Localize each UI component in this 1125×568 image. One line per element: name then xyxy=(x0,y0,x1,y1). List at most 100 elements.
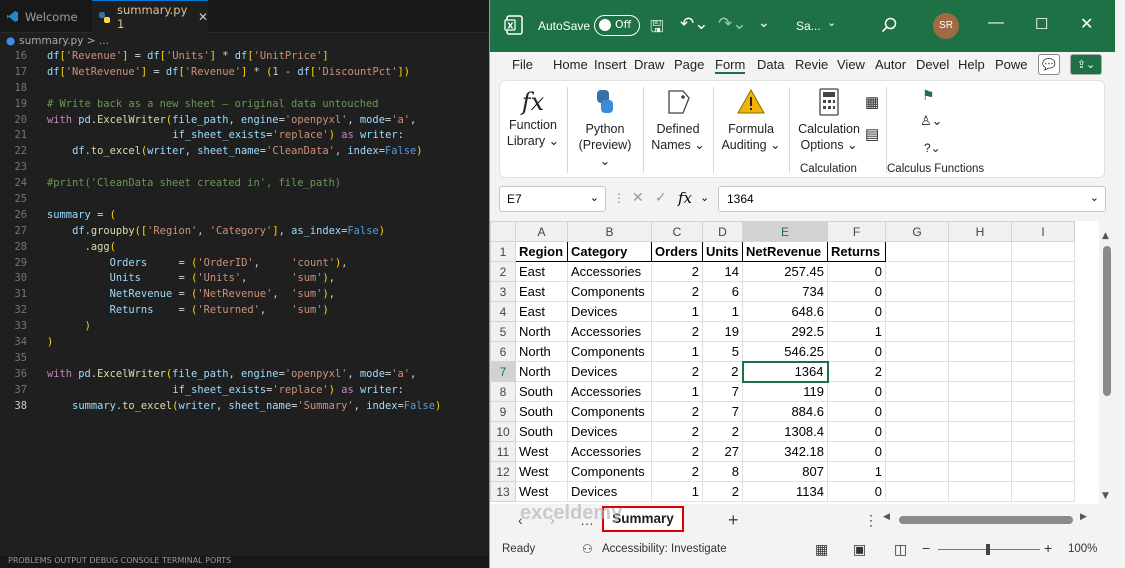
cell-f7[interactable]: 2 xyxy=(827,361,886,382)
chevron-down-icon[interactable]: ⌄ xyxy=(700,191,709,204)
cell-c12[interactable]: 2 xyxy=(651,461,703,482)
cell-b13[interactable]: Devices xyxy=(567,481,652,502)
comments-icon[interactable]: 💬 xyxy=(1038,54,1060,75)
menu-tab-data[interactable]: Data xyxy=(757,57,784,72)
flag-icon[interactable]: ⚑ xyxy=(922,87,935,104)
cell-g13[interactable] xyxy=(885,481,949,502)
code-line[interactable]: 17 df['NetRevenue'] = df['Revenue'] * (1 … xyxy=(0,65,490,81)
zoom-level[interactable]: 100% xyxy=(1068,543,1097,555)
cell-h12[interactable] xyxy=(948,461,1012,482)
code-line[interactable]: 38 summary.to_excel(writer, sheet_name='… xyxy=(0,399,490,415)
cell-h1[interactable] xyxy=(948,241,1012,262)
scroll-up-icon[interactable]: ▲ xyxy=(1102,231,1109,241)
cell-g10[interactable] xyxy=(885,421,949,442)
cell-f6[interactable]: 0 xyxy=(827,341,886,362)
cell-d12[interactable]: 8 xyxy=(702,461,743,482)
row-header[interactable]: 1 xyxy=(490,241,516,262)
column-header-g[interactable]: G xyxy=(885,221,949,242)
cell-e12[interactable]: 807 xyxy=(742,461,828,482)
more-icon[interactable]: ⌄ xyxy=(758,14,770,31)
share-icon[interactable]: ⇪⌄ xyxy=(1070,54,1102,75)
avatar[interactable]: SR xyxy=(933,13,959,39)
cell-f8[interactable]: 0 xyxy=(827,381,886,402)
cell-c1[interactable]: Orders xyxy=(651,241,703,262)
cell-b6[interactable]: Components xyxy=(567,341,652,362)
row-header[interactable]: 4 xyxy=(490,301,516,322)
cell-e1[interactable]: NetRevenue xyxy=(742,241,828,262)
cell-a9[interactable]: South xyxy=(515,401,568,422)
code-line[interactable]: 21 if_sheet_exists='replace') as writer: xyxy=(0,128,490,144)
code-line[interactable]: 36 with pd.ExcelWriter(file_path, engine=… xyxy=(0,367,490,383)
menu-tab-insert[interactable]: Insert xyxy=(594,57,627,72)
code-line[interactable]: 26 summary = ( xyxy=(0,208,490,224)
code-line[interactable]: 20 with pd.ExcelWriter(file_path, engine=… xyxy=(0,113,490,129)
cell-h7[interactable] xyxy=(948,361,1012,382)
cell-d4[interactable]: 1 xyxy=(702,301,743,322)
code-line[interactable]: 35 xyxy=(0,351,490,367)
zoom-slider[interactable] xyxy=(938,544,1040,555)
add-sheet-icon[interactable]: + xyxy=(728,510,739,531)
cell-a11[interactable]: West xyxy=(515,441,568,462)
cell-d8[interactable]: 7 xyxy=(702,381,743,402)
cell-g6[interactable] xyxy=(885,341,949,362)
cell-d3[interactable]: 6 xyxy=(702,281,743,302)
calculation-options-button[interactable]: Calculation Options ⌄ xyxy=(792,87,866,153)
zoom-in-icon[interactable]: + xyxy=(1044,540,1052,556)
hscroll-thumb[interactable] xyxy=(899,516,1073,524)
cell-i5[interactable] xyxy=(1011,321,1075,342)
cell-g1[interactable] xyxy=(885,241,949,262)
menu-tab-devel[interactable]: Devel xyxy=(916,57,949,72)
save-icon[interactable]: 🖫 xyxy=(650,16,664,43)
cell-e13[interactable]: 1134 xyxy=(742,481,828,502)
menu-tab-help[interactable]: Help xyxy=(958,57,985,72)
minimize-icon[interactable]: — xyxy=(988,14,1004,32)
cell-c8[interactable]: 1 xyxy=(651,381,703,402)
cell-h9[interactable] xyxy=(948,401,1012,422)
code-line[interactable]: 27 df.groupby(['Region', 'Category'], as… xyxy=(0,224,490,240)
cell-f1[interactable]: Returns xyxy=(827,241,886,262)
more-vert-icon[interactable]: ⋮ xyxy=(864,512,878,529)
cell-f10[interactable]: 0 xyxy=(827,421,886,442)
menu-tab-draw[interactable]: Draw xyxy=(634,57,664,72)
menu-tab-powe[interactable]: Powe xyxy=(995,57,1028,72)
chevron-down-icon[interactable]: ⌄ xyxy=(1090,191,1099,204)
cell-b5[interactable]: Accessories xyxy=(567,321,652,342)
cell-a6[interactable]: North xyxy=(515,341,568,362)
cell-e8[interactable]: 119 xyxy=(742,381,828,402)
cell-i4[interactable] xyxy=(1011,301,1075,322)
cell-d5[interactable]: 19 xyxy=(702,321,743,342)
panel-tabs[interactable]: PROBLEMS OUTPUT DEBUG CONSOLE TERMINAL P… xyxy=(0,556,490,568)
cell-c3[interactable]: 2 xyxy=(651,281,703,302)
cell-i11[interactable] xyxy=(1011,441,1075,462)
calculate-sheet-icon[interactable]: ▤ xyxy=(865,125,879,143)
cell-g5[interactable] xyxy=(885,321,949,342)
row-header[interactable]: 12 xyxy=(490,461,516,482)
cell-g2[interactable] xyxy=(885,261,949,282)
autosave-toggle[interactable]: Off xyxy=(594,15,640,36)
cell-f9[interactable]: 0 xyxy=(827,401,886,422)
cell-i6[interactable] xyxy=(1011,341,1075,362)
cell-d2[interactable]: 14 xyxy=(702,261,743,282)
code-line[interactable]: 34) xyxy=(0,335,490,351)
python-button[interactable]: Python (Preview) ⌄ xyxy=(572,87,638,169)
cell-b3[interactable]: Components xyxy=(567,281,652,302)
cell-f11[interactable]: 0 xyxy=(827,441,886,462)
cell-i3[interactable] xyxy=(1011,281,1075,302)
code-line[interactable]: 24 #print('CleanData sheet created in', f… xyxy=(0,176,490,192)
code-line[interactable]: 29 Orders = ('OrderID', 'count'), xyxy=(0,256,490,272)
zoom-out-icon[interactable]: − xyxy=(922,540,930,556)
cell-b4[interactable]: Devices xyxy=(567,301,652,322)
cell-a5[interactable]: North xyxy=(515,321,568,342)
sheet-table[interactable]: A B C D E F G H I 1 Region Category Orders Units NetRe… xyxy=(490,221,1075,502)
scroll-left-icon[interactable]: ◀ xyxy=(883,511,890,522)
cell-a4[interactable]: East xyxy=(515,301,568,322)
close-icon[interactable]: ✕ xyxy=(1080,14,1093,34)
cell-i8[interactable] xyxy=(1011,381,1075,402)
cell-d1[interactable]: Units xyxy=(702,241,743,262)
redo-icon[interactable]: ↷⌄ xyxy=(718,14,747,34)
cell-h6[interactable] xyxy=(948,341,1012,362)
row-header[interactable]: 3 xyxy=(490,281,516,302)
cell-h13[interactable] xyxy=(948,481,1012,502)
code-line[interactable]: 16 df['Revenue'] = df['Units'] * df['Unit… xyxy=(0,49,490,65)
menu-tab-autor[interactable]: Autor xyxy=(875,57,906,72)
